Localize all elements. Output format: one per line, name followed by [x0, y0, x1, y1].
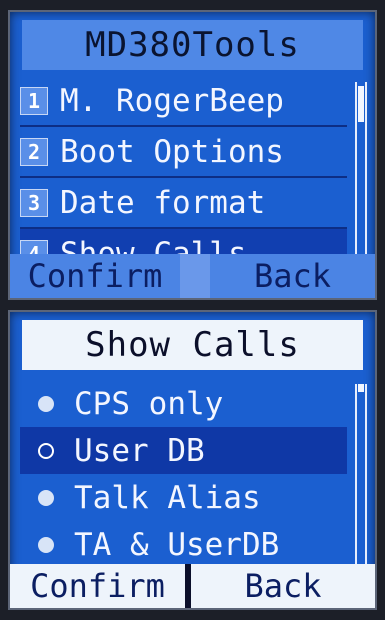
md380tools-menu-screen: MD380Tools 1 M. RogerBeep 2 Boot Options… [8, 10, 377, 300]
menu-item-date-format[interactable]: 3 Date format [20, 178, 347, 229]
radio-selected-icon [38, 442, 54, 459]
radio-dot-icon [38, 489, 54, 506]
back-softkey[interactable]: Back [210, 254, 375, 298]
radio-dot-icon [38, 536, 54, 553]
menu-list: 1 M. RogerBeep 2 Boot Options 3 Date for… [20, 76, 347, 278]
option-list: CPS only User DB Talk Alias TA & UserDB [20, 380, 347, 568]
softkey-bar: Confirm Back [10, 564, 375, 608]
menu-title: MD380Tools [22, 20, 363, 70]
option-label: User DB [74, 432, 205, 469]
option-label: Talk Alias [74, 479, 261, 516]
menu-number-badge: 2 [20, 137, 48, 166]
option-talk-alias[interactable]: Talk Alias [20, 474, 347, 521]
show-calls-screen: Show Calls CPS only User DB Talk Alias T… [8, 310, 377, 610]
softkey-bar: Confirm Back [10, 254, 375, 298]
softkey-divider [180, 254, 210, 298]
options-scrollbar[interactable] [355, 384, 367, 572]
scrollbar-thumb[interactable] [358, 384, 364, 392]
menu-scrollbar[interactable] [355, 82, 367, 268]
option-label: CPS only [74, 385, 224, 422]
menu-item-label: Boot Options [60, 133, 284, 170]
option-label: TA & UserDB [74, 526, 280, 563]
confirm-softkey[interactable]: Confirm [10, 564, 185, 608]
menu-item-roger-beep[interactable]: 1 M. RogerBeep [20, 76, 347, 127]
option-cps-only[interactable]: CPS only [20, 380, 347, 427]
show-calls-title: Show Calls [22, 320, 363, 370]
option-ta-userdb[interactable]: TA & UserDB [20, 521, 347, 568]
menu-number-badge: 1 [20, 86, 48, 115]
menu-number-badge: 3 [20, 188, 48, 217]
back-softkey[interactable]: Back [191, 564, 375, 608]
menu-item-label: M. RogerBeep [60, 82, 284, 119]
confirm-softkey[interactable]: Confirm [10, 254, 180, 298]
radio-dot-icon [38, 395, 54, 412]
option-user-db[interactable]: User DB [20, 427, 347, 474]
scrollbar-thumb[interactable] [358, 86, 364, 122]
menu-item-boot-options[interactable]: 2 Boot Options [20, 127, 347, 178]
menu-item-label: Date format [60, 184, 266, 221]
